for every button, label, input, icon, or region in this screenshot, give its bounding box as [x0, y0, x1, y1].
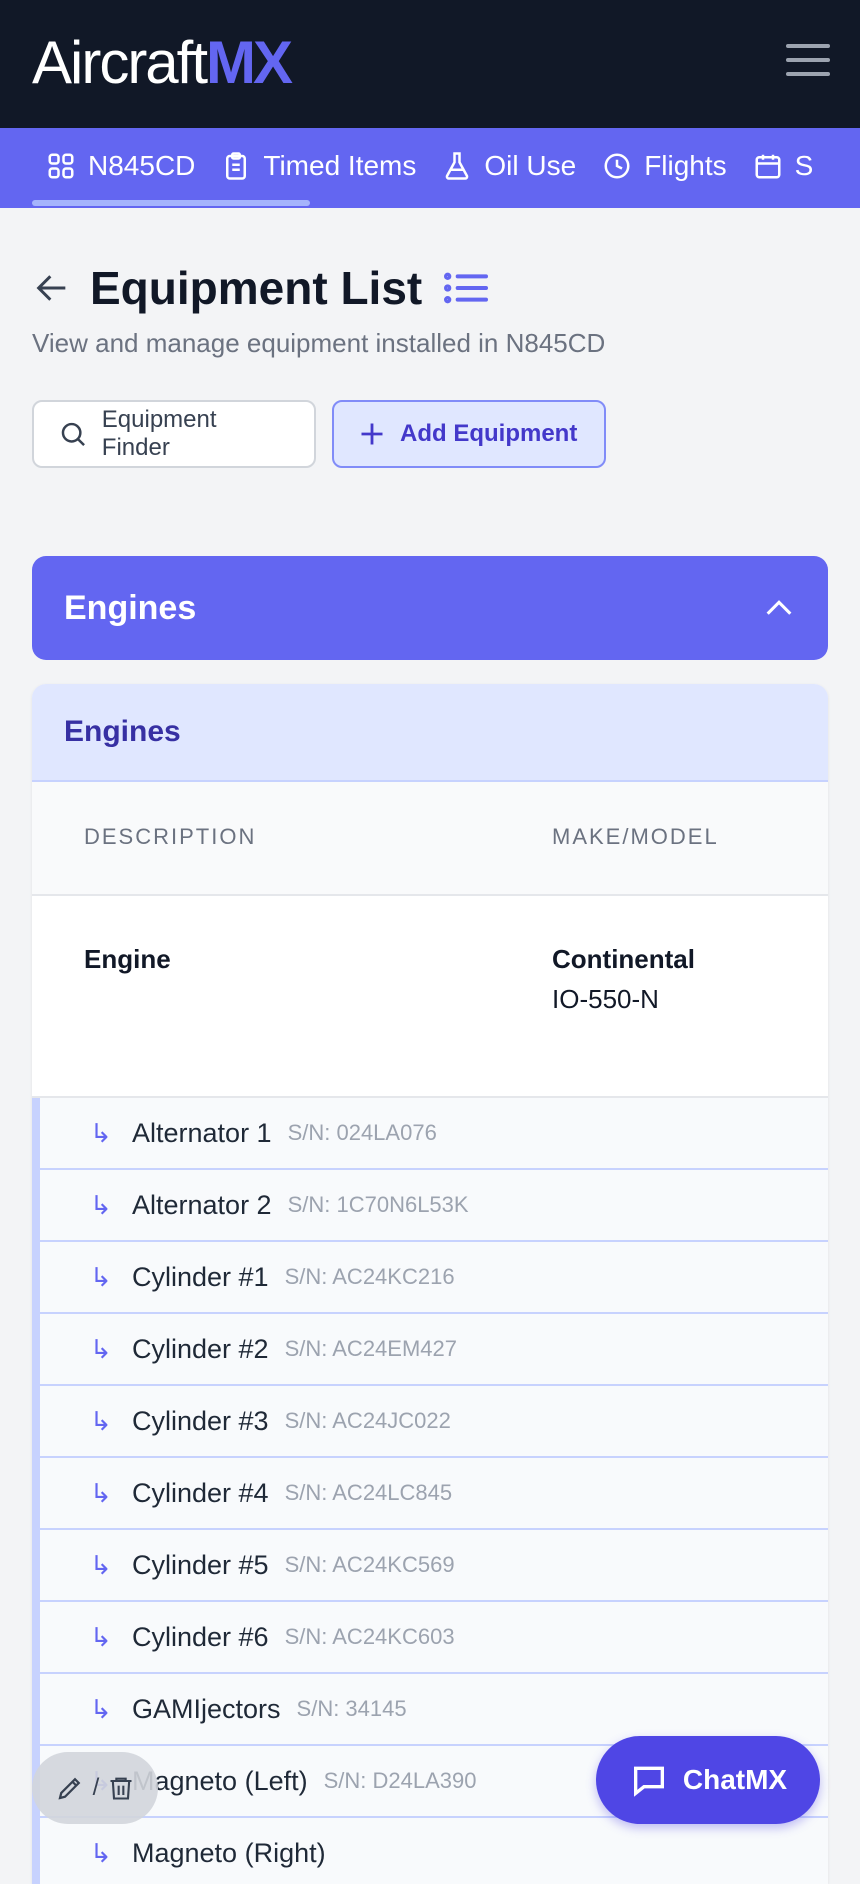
page-header: Equipment List View and manage equipment… [32, 258, 832, 359]
panel-header: Engines [32, 684, 828, 782]
item-name: Alternator 2 [132, 1189, 272, 1220]
table-header: DESCRIPTION MAKE/MODEL [32, 782, 828, 896]
chat-label: ChatMX [682, 1764, 788, 1795]
add-equipment-button[interactable]: Add Equipment [332, 400, 606, 468]
item-name: Cylinder #1 [132, 1261, 269, 1292]
item-serial: S/N: 34145 [296, 1696, 407, 1721]
list-icon[interactable] [442, 268, 490, 308]
page-title: Equipment List [90, 262, 423, 314]
clipboard-icon [226, 152, 247, 180]
item-name: Cylinder #5 [132, 1549, 269, 1580]
tab-oil-use[interactable]: Oil Use [442, 150, 576, 182]
equipment-finder-button[interactable]: Equipment Finder [32, 400, 316, 468]
edit-separator: / [92, 1774, 100, 1801]
item-name: Cylinder #6 [132, 1621, 269, 1652]
clock-icon [604, 153, 630, 179]
aircraft-nav-bar: N845CD Timed Items Oil Use Flights S [0, 128, 860, 208]
list-item[interactable]: ↳ Cylinder #4 S/N: AC24LC845 [40, 1458, 828, 1530]
table-row[interactable]: Engine Continental IO-550-N [32, 896, 828, 1098]
add-label: Add Equipment [400, 420, 578, 447]
chat-bubble-icon [633, 1766, 664, 1797]
hamburger-menu-icon[interactable] [786, 44, 830, 80]
engine-description: Engine [84, 944, 171, 974]
item-serial: S/N: AC24JC022 [284, 1408, 451, 1433]
item-serial: S/N: D24LA390 [323, 1768, 477, 1793]
item-name: Cylinder #3 [132, 1405, 269, 1436]
sub-arrow-icon: ↳ [90, 1621, 112, 1652]
app-header: Aircraft MX [0, 0, 860, 128]
sub-arrow-icon: ↳ [90, 1117, 112, 1148]
pencil-icon [58, 1777, 80, 1800]
trash-icon [110, 1777, 132, 1800]
sub-arrow-icon: ↳ [90, 1477, 112, 1508]
list-item[interactable]: ↳ Cylinder #6 S/N: AC24KC603 [40, 1602, 828, 1674]
sub-arrow-icon: ↳ [90, 1189, 112, 1220]
item-serial: S/N: 024LA076 [287, 1120, 437, 1145]
active-tab-indicator [32, 200, 310, 206]
accordion-label: Engines [64, 588, 197, 627]
list-item[interactable]: ↳ Alternator 1 S/N: 024LA076 [40, 1098, 828, 1170]
chevron-up-icon [766, 600, 792, 615]
edit-delete-toggle[interactable]: / [32, 1752, 158, 1824]
calendar-icon [755, 154, 781, 179]
flask-icon [446, 152, 469, 180]
sub-arrow-icon: ↳ [90, 1549, 112, 1580]
item-serial: S/N: 1C70N6L53K [287, 1192, 469, 1217]
sub-arrow-icon: ↳ [90, 1693, 112, 1724]
tab-overview[interactable]: N845CD [46, 150, 195, 182]
item-serial: S/N: AC24KC603 [284, 1624, 455, 1649]
list-item[interactable]: ↳ Cylinder #1 S/N: AC24KC216 [40, 1242, 828, 1314]
page-subtitle: View and manage equipment installed in N… [32, 328, 606, 358]
tab-timed-items[interactable]: Timed Items [221, 150, 416, 182]
column-make-model: MAKE/MODEL [552, 824, 719, 849]
engine-make: Continental [552, 944, 695, 974]
item-serial: S/N: AC24LC845 [284, 1480, 453, 1505]
logo-prefix: Aircraft [32, 29, 208, 96]
logo-suffix: MX [206, 29, 293, 96]
list-item[interactable]: ↳ Cylinder #2 S/N: AC24EM427 [40, 1314, 828, 1386]
list-item[interactable]: ↳ Cylinder #3 S/N: AC24JC022 [40, 1386, 828, 1458]
panel-title: Engines [64, 715, 181, 748]
item-name: Magneto (Left) [132, 1765, 308, 1796]
tab-label: Oil Use [484, 150, 577, 181]
engine-model: IO-550-N [552, 984, 659, 1014]
item-name: Alternator 1 [132, 1117, 272, 1148]
tab-schedule[interactable]: S [753, 150, 814, 182]
sub-arrow-icon: ↳ [90, 1405, 112, 1436]
chatmx-button[interactable]: ChatMX [596, 1736, 820, 1824]
item-serial: S/N: AC24EM427 [284, 1336, 458, 1361]
item-serial: S/N: AC24KC216 [284, 1264, 455, 1289]
app-logo[interactable]: Aircraft MX [32, 29, 293, 96]
tab-label: Timed Items [263, 150, 417, 181]
finder-label: Equipment Finder [101, 406, 217, 461]
item-name: Cylinder #4 [132, 1477, 269, 1508]
item-name: Cylinder #2 [132, 1333, 269, 1364]
search-icon [61, 422, 85, 447]
list-item[interactable]: ↳ Cylinder #5 S/N: AC24KC569 [40, 1530, 828, 1602]
item-name: GAMIjectors [132, 1693, 281, 1724]
list-item[interactable]: ↳ Magneto (Right) [40, 1818, 828, 1884]
tab-label: S [794, 150, 814, 181]
tab-label: N845CD [88, 150, 196, 181]
item-serial: S/N: AC24KC569 [284, 1552, 455, 1577]
engines-panel: Engines DESCRIPTION MAKE/MODEL Engine Co… [32, 684, 828, 1884]
sub-arrow-icon: ↳ [90, 1333, 112, 1364]
action-bar: Equipment Finder Add Equipment [32, 400, 606, 468]
tab-label: Flights [644, 150, 727, 181]
sub-arrow-icon: ↳ [90, 1261, 112, 1292]
tab-flights[interactable]: Flights [602, 150, 727, 182]
back-arrow-icon[interactable] [32, 268, 72, 308]
list-item[interactable]: ↳ Alternator 2 S/N: 1C70N6L53K [40, 1170, 828, 1242]
plus-icon [361, 423, 383, 445]
column-description: DESCRIPTION [84, 824, 257, 849]
engines-accordion-header[interactable]: Engines [32, 556, 828, 660]
grid-icon [48, 153, 74, 179]
